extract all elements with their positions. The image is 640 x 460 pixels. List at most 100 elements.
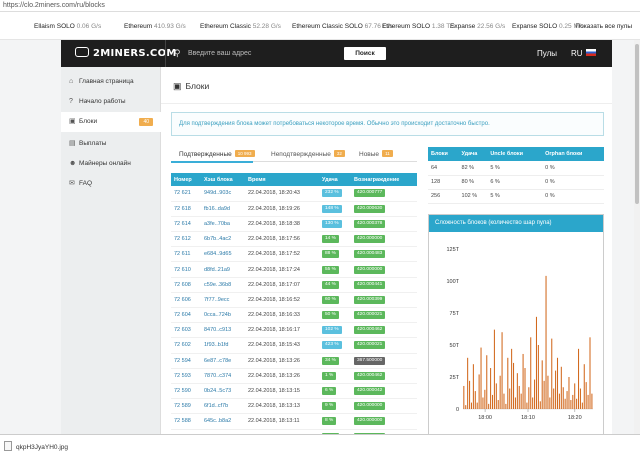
block-hash-link[interactable]: 0cca..724b (201, 307, 245, 324)
block-number-link[interactable]: 72 594 (171, 353, 201, 369)
chart-bar (541, 360, 543, 409)
col-number: Номер (171, 173, 201, 186)
block-hash-link[interactable]: 0b24..5c73 (201, 383, 245, 400)
ticker-item[interactable]: Ethereum SOLO 1.38 T/s (382, 23, 455, 30)
chart-bar (470, 402, 472, 409)
x-tick-label: 18:00 (478, 415, 492, 421)
block-hash-link[interactable]: c59e..36b8 (201, 277, 245, 293)
block-number-link[interactable]: 72 606 (171, 292, 201, 309)
table-row: 72 594 6e87..c78e 22.04.2018, 18:13:26 34 %… (171, 353, 417, 369)
block-number-link[interactable]: 72 603 (171, 322, 201, 339)
block-number-link[interactable]: 72 593 (171, 368, 201, 384)
luck-cell: 128 (428, 175, 459, 190)
block-luck-cell: 6 % (319, 383, 351, 400)
block-hash-link[interactable]: 7870..c374 (201, 368, 245, 384)
block-hash-link[interactable]: fb16..da9d (201, 201, 245, 217)
chart-bar (526, 402, 528, 409)
russia-flag-icon (585, 49, 596, 56)
block-hash-link[interactable]: 6f1d..cf7b (201, 398, 245, 415)
block-hash-link[interactable]: 1f93..b1fd (201, 337, 245, 354)
block-hash-link[interactable]: 8470..c913 (201, 322, 245, 339)
sidebar-item[interactable]: ▣ Блоки 40 (61, 112, 161, 132)
luck-cell: 0 % (542, 189, 604, 204)
sidebar-item-label: FAQ (79, 180, 93, 187)
ticker-item[interactable]: Ethereum 410.93 G/s (124, 23, 186, 30)
reward-badge: 420.000000 (354, 402, 386, 411)
tab-new[interactable]: Новые 11 (359, 150, 393, 158)
chart-bar (576, 398, 578, 409)
block-number-link[interactable]: 72 604 (171, 307, 201, 324)
block-luck-cell: 34 % (319, 353, 351, 369)
col-reward: Вознаграждение (351, 173, 417, 186)
block-number-link[interactable]: 72 614 (171, 216, 201, 233)
ticker-item[interactable]: Expanse SOLO 0.25 M/s (512, 23, 584, 30)
table-header-row: Блоки Удача Uncle блоки Orphan блоки (428, 147, 604, 161)
ticker-item[interactable]: Expanse 22.56 G/s (450, 23, 505, 30)
block-time: 22.04.2018, 18:17:52 (245, 246, 319, 263)
block-hash-link[interactable]: a3fe..70ba (201, 216, 245, 233)
language-selector[interactable]: RU (571, 49, 596, 58)
sidebar-item[interactable]: ? Начало работы (61, 92, 161, 112)
chart-bar (484, 389, 486, 409)
site-logo[interactable]: 2MINERS.COM (75, 47, 177, 59)
block-number-link[interactable]: 72 608 (171, 277, 201, 293)
main-content: ▣ Блоки Для подтверждения блока может пот… (161, 67, 612, 460)
chart-bar (499, 375, 501, 409)
block-hash-link[interactable]: d8fd..21a9 (201, 261, 245, 278)
block-luck-cell: 130 % (319, 216, 351, 233)
luck-badge: 34 % (322, 356, 339, 365)
sidebar-item[interactable]: ⌂ Главная страница (61, 72, 161, 92)
sidebar-item[interactable]: ☻ Майнеры онлайн (61, 154, 161, 174)
tab-confirmed[interactable]: Подтвержденные 10 993 (179, 150, 255, 158)
question-icon: ? (69, 98, 73, 105)
ticker-item[interactable]: Ellaism SOLO 0.06 G/s (34, 23, 101, 30)
scrollbar-thumb[interactable] (635, 44, 639, 204)
block-number-link[interactable]: 72 612 (171, 231, 201, 248)
chart-bar (503, 393, 505, 409)
browser-url-bar[interactable]: https://clo.2miners.com/ru/blocks (0, 0, 640, 12)
block-hash-link[interactable]: 7f77..9ecc (201, 292, 245, 309)
tab-count: 32 (333, 150, 345, 157)
block-number-link[interactable]: 72 618 (171, 201, 201, 217)
chart-bar (578, 348, 580, 409)
pools-menu[interactable]: Пулы (537, 49, 557, 58)
block-number-link[interactable]: 72 588 (171, 413, 201, 430)
pool-ticker: Ellaism SOLO 0.06 G/s Ethereum 410.93 G/s… (0, 12, 640, 40)
block-number-link[interactable]: 72 590 (171, 383, 201, 400)
block-reward-cell: 420.000462 (351, 368, 417, 384)
download-item[interactable]: qkpH3JyaYH0.jpg (4, 439, 124, 457)
block-number-link[interactable]: 72 610 (171, 261, 201, 278)
block-number-link[interactable]: 72 611 (171, 246, 201, 263)
sidebar-item[interactable]: ▤ Выплаты (61, 134, 161, 154)
chart-bar (528, 387, 530, 409)
block-number-link[interactable]: 72 602 (171, 337, 201, 354)
sidebar-item-label: Главная страница (79, 78, 134, 85)
search-button[interactable]: Поиск (344, 47, 386, 60)
page-scrollbar[interactable] (634, 40, 640, 434)
block-hash-link[interactable]: 645c..b8a2 (201, 413, 245, 430)
block-hash-link[interactable]: 949d..903c (201, 186, 245, 202)
block-hash-link[interactable]: 6b7b..4ac2 (201, 231, 245, 248)
search-input[interactable] (188, 46, 298, 60)
show-all-pools-link[interactable]: Показать все пулы (575, 23, 632, 30)
luck-cell: 5 % (487, 189, 543, 204)
reward-badge: 420.000630 (354, 204, 386, 213)
block-hash-link[interactable]: e684..9d65 (201, 246, 245, 263)
ticker-item[interactable]: Ethereum Classic 52.28 G/s (200, 23, 281, 30)
block-number-link[interactable]: 72 589 (171, 398, 201, 415)
block-reward-cell: 420.000021 (351, 337, 417, 354)
ticker-item[interactable]: Ethereum Classic SOLO 67.76 G/s (292, 23, 393, 30)
block-time: 22.04.2018, 18:16:33 (245, 307, 319, 324)
tab-unconfirmed[interactable]: Неподтвержденные 32 (271, 150, 345, 158)
sidebar-item[interactable]: ✉ FAQ (61, 174, 161, 194)
chart-bar (572, 394, 574, 409)
chart-bar (560, 366, 562, 409)
block-number-link[interactable]: 72 621 (171, 186, 201, 202)
block-hash-link[interactable]: 6e87..c78e (201, 353, 245, 369)
chart-bar (474, 391, 476, 409)
chart-bar (585, 382, 587, 409)
block-time: 22.04.2018, 18:19:26 (245, 201, 319, 217)
y-tick-label: 50T (450, 343, 460, 349)
table-row: 128 80 % 6 % 0 % (428, 175, 604, 190)
luck-badge: 130 % (322, 219, 342, 228)
